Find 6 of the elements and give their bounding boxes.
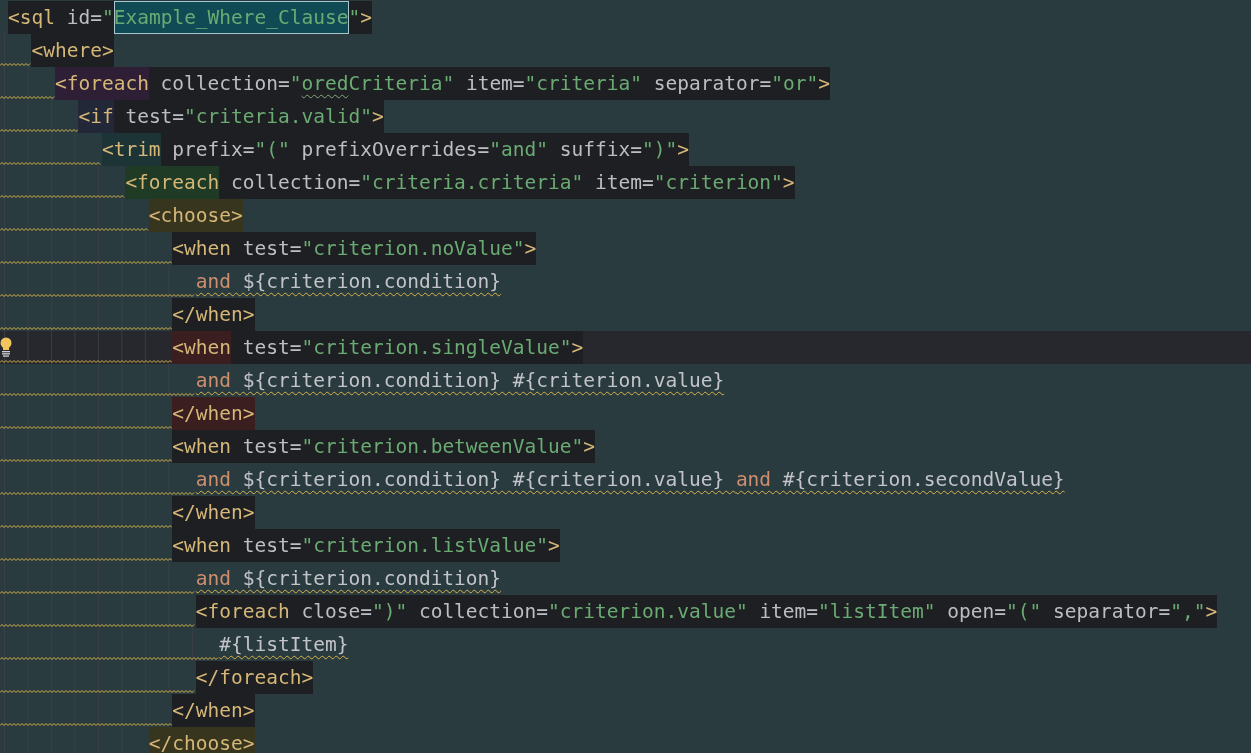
- code-line: and ${criterion.condition}: [195, 566, 502, 592]
- code-line: and ${criterion.condition} #{criterion.value}: [195, 368, 725, 394]
- code-line: and ${criterion.condition} #{criterion.value} and #{criterion.secondValue}: [195, 467, 1065, 493]
- lightbulb-icon[interactable]: [0, 337, 12, 357]
- code-line: #{listItem}: [219, 632, 349, 658]
- code-line: and ${criterion.condition}: [195, 269, 502, 295]
